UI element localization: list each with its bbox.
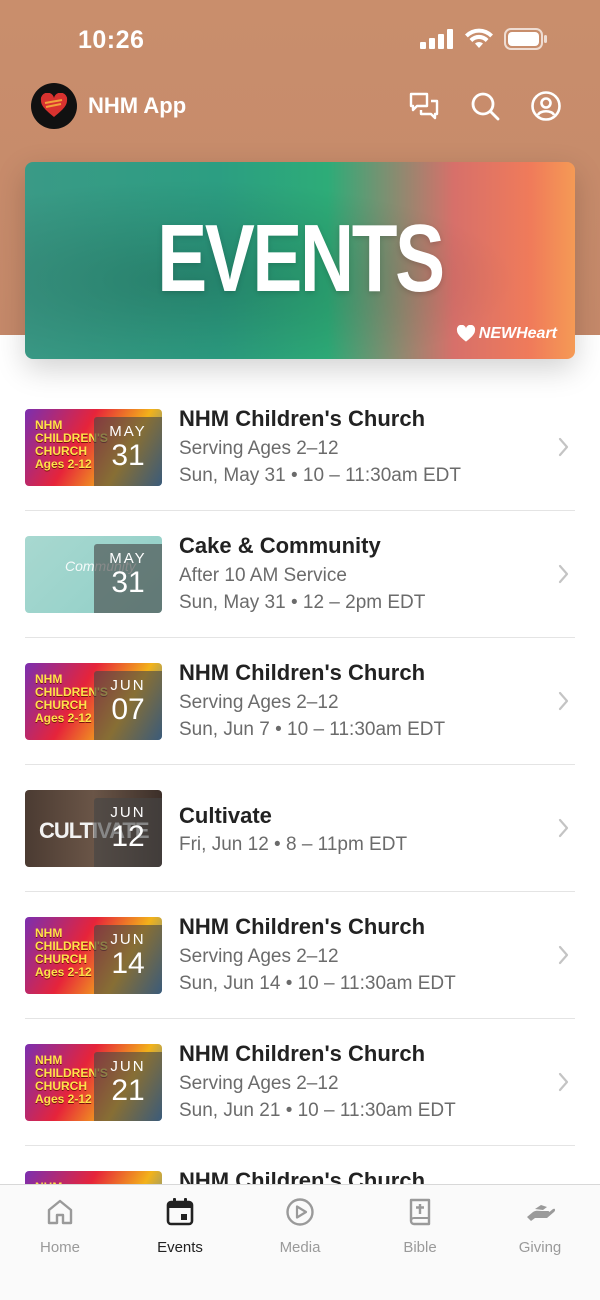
event-subtitle: Serving Ages 2–12 (179, 1073, 339, 1094)
tab-label: Bible (403, 1239, 437, 1256)
event-text: Cake & Community After 10 AM Service Sun… (179, 533, 545, 614)
badge-day: 31 (111, 439, 145, 472)
badge-day: 14 (111, 947, 145, 980)
chevron-right-icon (558, 437, 569, 457)
banner-title: EVENTS (157, 205, 445, 312)
event-thumbnail: NHM CHILDREN'S CHURCH Ages 2-12 JUN 07 (25, 663, 162, 740)
app-title: NHM App (88, 93, 187, 118)
tab-label: Giving (518, 1239, 562, 1256)
status-icons (420, 28, 548, 50)
event-row[interactable]: NHM CHILDREN'S CHURCH Ages 2-12 JUN 07 N… (25, 638, 575, 765)
event-list: NHM CHILDREN'S CHURCH Ages 2-12 MAY 31 N… (25, 384, 575, 1273)
badge-month: MAY (109, 550, 147, 567)
event-row[interactable]: NHM CHILDREN'S CHURCH Ages 2-12 JUN 21 N… (25, 1019, 575, 1146)
badge-day: 12 (111, 820, 145, 853)
date-badge: JUN 14 (94, 925, 162, 994)
event-title: NHM Children's Church (179, 406, 426, 431)
chevron-right-icon (558, 1072, 569, 1092)
tab-bar: Home Events Media Bible Giving (0, 1184, 600, 1300)
event-text: NHM Children's Church Serving Ages 2–12 … (179, 914, 545, 995)
event-thumbnail: CULTIVATE JUN 12 (25, 790, 162, 867)
calendar-icon (166, 1198, 194, 1226)
badge-day: 31 (111, 566, 145, 599)
event-text: NHM Children's Church Serving Ages 2–12 … (179, 1041, 545, 1122)
bible-icon (409, 1198, 431, 1226)
wifi-icon (465, 28, 493, 48)
event-row[interactable]: NHM CHILDREN'S CHURCH Ages 2-12 JUN 14 N… (25, 892, 575, 1019)
badge-month: JUN (110, 1058, 146, 1075)
event-datetime: Sun, May 31 • 10 – 11:30am EDT (179, 465, 461, 486)
event-subtitle: After 10 AM Service (179, 565, 347, 586)
profile-icon[interactable] (530, 90, 562, 122)
event-subtitle: Serving Ages 2–12 (179, 692, 339, 713)
newheart-logo-icon (456, 325, 475, 342)
event-row[interactable]: Community MAY 31 Cake & Community After … (25, 511, 575, 638)
banner-brand: NEWHeart (456, 325, 557, 343)
heart-logo-icon (40, 93, 68, 117)
event-datetime: Sun, May 31 • 12 – 2pm EDT (179, 592, 426, 613)
chevron-right-icon (558, 564, 569, 584)
status-bar: 10:26 (0, 0, 600, 80)
event-title: NHM Children's Church (179, 1041, 426, 1066)
tab-media[interactable]: Media (240, 1197, 360, 1256)
badge-day: 07 (111, 693, 145, 726)
giving-icon (527, 1205, 555, 1221)
event-thumbnail: NHM CHILDREN'S CHURCH Ages 2-12 MAY 31 (25, 409, 162, 486)
battery-icon (504, 28, 547, 50)
tab-label: Home (39, 1239, 80, 1256)
event-title: Cultivate (179, 803, 272, 828)
event-text: NHM Children's Church Serving Ages 2–12 … (179, 660, 545, 741)
event-title: Cake & Community (179, 533, 381, 558)
cellular-signal-icon (420, 29, 453, 49)
event-datetime: Sun, Jun 21 • 10 – 11:30am EDT (179, 1100, 456, 1121)
badge-day: 21 (111, 1074, 145, 1107)
badge-month: JUN (110, 931, 146, 948)
event-text: NHM Children's Church Serving Ages 2–12 … (179, 406, 545, 487)
event-datetime: Fri, Jun 12 • 8 – 11pm EDT (179, 834, 408, 855)
date-badge: JUN 12 (94, 798, 162, 867)
app-header: NHM App (0, 80, 600, 136)
event-title: NHM Children's Church (179, 660, 426, 685)
event-datetime: Sun, Jun 14 • 10 – 11:30am EDT (179, 973, 456, 994)
chevron-right-icon (558, 945, 569, 965)
play-icon (286, 1198, 314, 1226)
event-row[interactable]: NHM CHILDREN'S CHURCH Ages 2-12 MAY 31 N… (25, 384, 575, 511)
search-icon[interactable] (469, 90, 501, 122)
date-badge: MAY 31 (94, 417, 162, 486)
banner-brand-text: NEWHeart (478, 325, 557, 342)
tab-giving[interactable]: Giving (480, 1197, 600, 1256)
badge-month: MAY (109, 423, 147, 440)
status-time: 10:26 (78, 26, 145, 54)
tab-label: Media (279, 1239, 321, 1256)
event-thumbnail: Community MAY 31 (25, 536, 162, 613)
event-thumbnail: NHM CHILDREN'S CHURCH Ages 2-12 JUN 14 (25, 917, 162, 994)
badge-month: JUN (110, 677, 146, 694)
app-logo[interactable] (31, 83, 77, 129)
event-subtitle: Serving Ages 2–12 (179, 946, 339, 967)
tab-home[interactable]: Home (0, 1197, 120, 1256)
chevron-right-icon (558, 691, 569, 711)
date-badge: MAY 31 (94, 544, 162, 613)
badge-month: JUN (110, 804, 146, 821)
event-datetime: Sun, Jun 7 • 10 – 11:30am EDT (179, 719, 446, 740)
events-banner: EVENTS NEWHeart (25, 162, 575, 359)
tab-bible[interactable]: Bible (360, 1197, 480, 1256)
event-text: Cultivate Fri, Jun 12 • 8 – 11pm EDT (179, 803, 545, 856)
event-row[interactable]: CULTIVATE JUN 12 Cultivate Fri, Jun 12 •… (25, 765, 575, 892)
event-title: NHM Children's Church (179, 914, 426, 939)
chat-icon[interactable] (408, 90, 440, 122)
date-badge: JUN 07 (94, 671, 162, 740)
tab-label: Events (157, 1239, 203, 1256)
tab-events[interactable]: Events (120, 1197, 240, 1256)
date-badge: JUN 21 (94, 1052, 162, 1121)
event-thumbnail: NHM CHILDREN'S CHURCH Ages 2-12 JUN 21 (25, 1044, 162, 1121)
home-icon (47, 1199, 73, 1225)
chevron-right-icon (558, 818, 569, 838)
event-subtitle: Serving Ages 2–12 (179, 438, 339, 459)
